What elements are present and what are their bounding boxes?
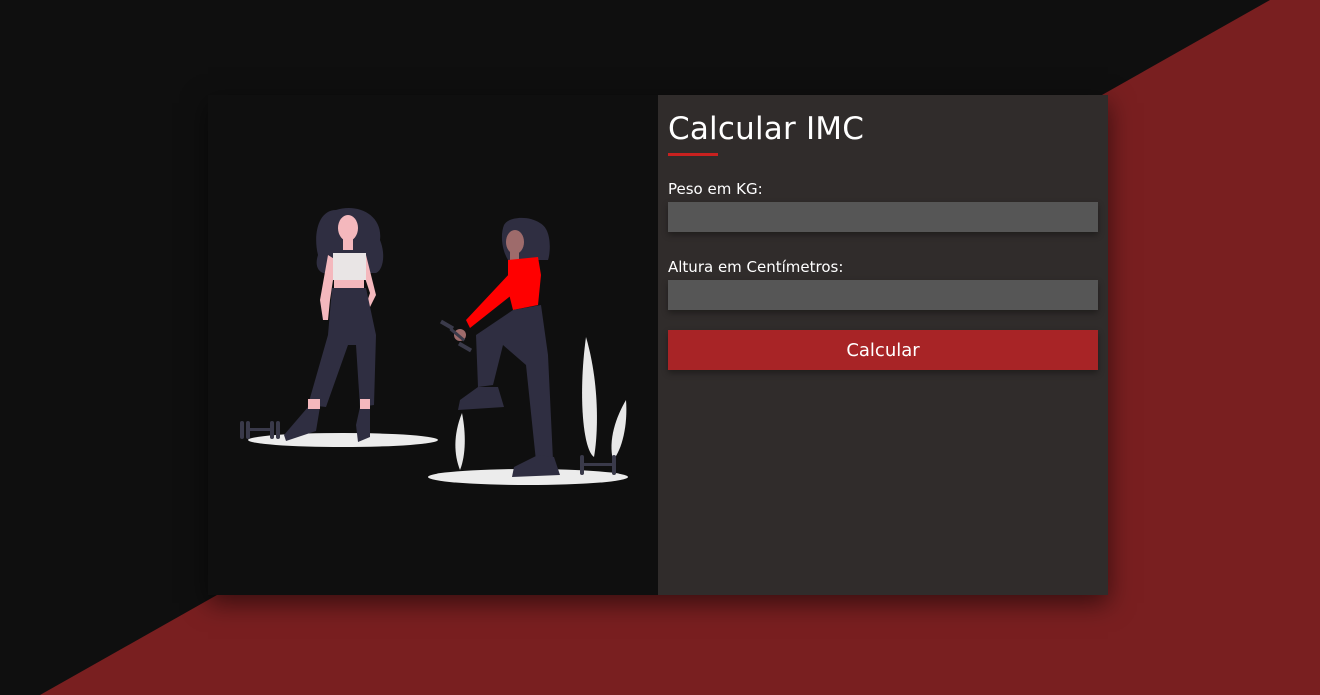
women-exercising-illustration <box>240 208 628 485</box>
height-label: Altura em Centímetros: <box>668 258 844 276</box>
page-title: Calcular IMC <box>668 111 865 147</box>
illustration-panel <box>208 95 658 595</box>
page: Calcular IMC Peso em KG: Altura em Centí… <box>0 0 1320 695</box>
title-underline <box>668 153 718 156</box>
imc-card: Calcular IMC Peso em KG: Altura em Centí… <box>208 95 1108 595</box>
weight-input[interactable] <box>668 202 1098 232</box>
weight-label: Peso em KG: <box>668 180 763 198</box>
calculate-button[interactable]: Calcular <box>668 330 1098 370</box>
form-panel: Calcular IMC Peso em KG: Altura em Centí… <box>658 95 1108 595</box>
height-input[interactable] <box>668 280 1098 310</box>
